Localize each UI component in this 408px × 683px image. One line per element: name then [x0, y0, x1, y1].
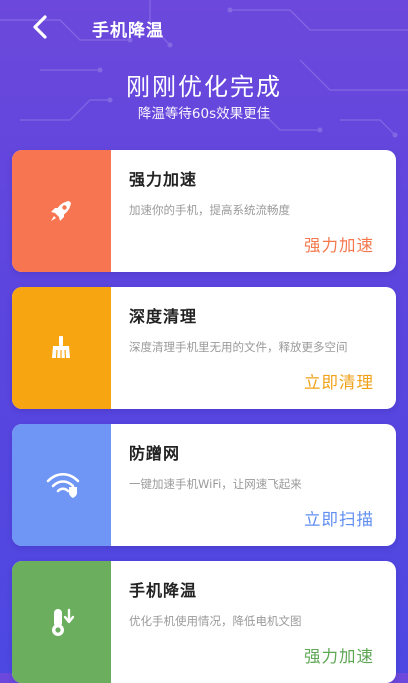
card-icon-panel — [12, 561, 111, 683]
card-icon-panel — [12, 424, 111, 546]
back-button[interactable] — [26, 12, 56, 42]
card-deep-clean[interactable]: 深度清理 深度清理手机里无用的文件，释放更多空间 立即清理 — [12, 287, 396, 409]
top-bar: 手机降温 — [0, 0, 408, 56]
thermometer-icon — [52, 608, 75, 636]
card-title: 手机降温 — [129, 581, 198, 600]
broom-icon — [52, 336, 70, 359]
boost-action-button[interactable]: 强力加速 — [304, 232, 374, 256]
card-icon-panel — [12, 287, 111, 409]
scan-now-button[interactable]: 立即扫描 — [304, 506, 374, 530]
card-description: 深度清理手机里无用的文件，释放更多空间 — [129, 340, 348, 354]
card-boost[interactable]: 强力加速 加速你的手机，提高系统流畅度 强力加速 — [12, 150, 396, 272]
optimization-subline: 降温等待60s效果更佳 — [137, 106, 271, 122]
card-icon-panel — [12, 150, 111, 272]
card-description: 一键加速手机WiFi，让网速飞起来 — [129, 477, 302, 491]
page-title: 手机降温 — [92, 21, 164, 41]
cooling-boost-button[interactable]: 强力加速 — [304, 643, 374, 667]
rocket-icon — [51, 201, 71, 221]
card-anti-wifi-theft[interactable]: 防蹭网 一键加速手机WiFi，让网速飞起来 立即扫描 — [12, 424, 396, 546]
card-description: 优化手机使用情况，降低电机文图 — [129, 614, 302, 628]
card-title: 防蹭网 — [129, 444, 181, 463]
card-description: 加速你的手机，提高系统流畅度 — [129, 203, 290, 217]
chevron-left-icon — [33, 15, 47, 39]
card-title: 深度清理 — [129, 307, 198, 326]
card-phone-cooling[interactable]: 手机降温 优化手机使用情况，降低电机文图 强力加速 — [12, 561, 396, 683]
wifi-shield-icon — [46, 472, 80, 498]
card-title: 强力加速 — [129, 170, 198, 189]
optimization-headline: 刚刚优化完成 — [126, 73, 282, 101]
clean-now-button[interactable]: 立即清理 — [304, 369, 374, 393]
